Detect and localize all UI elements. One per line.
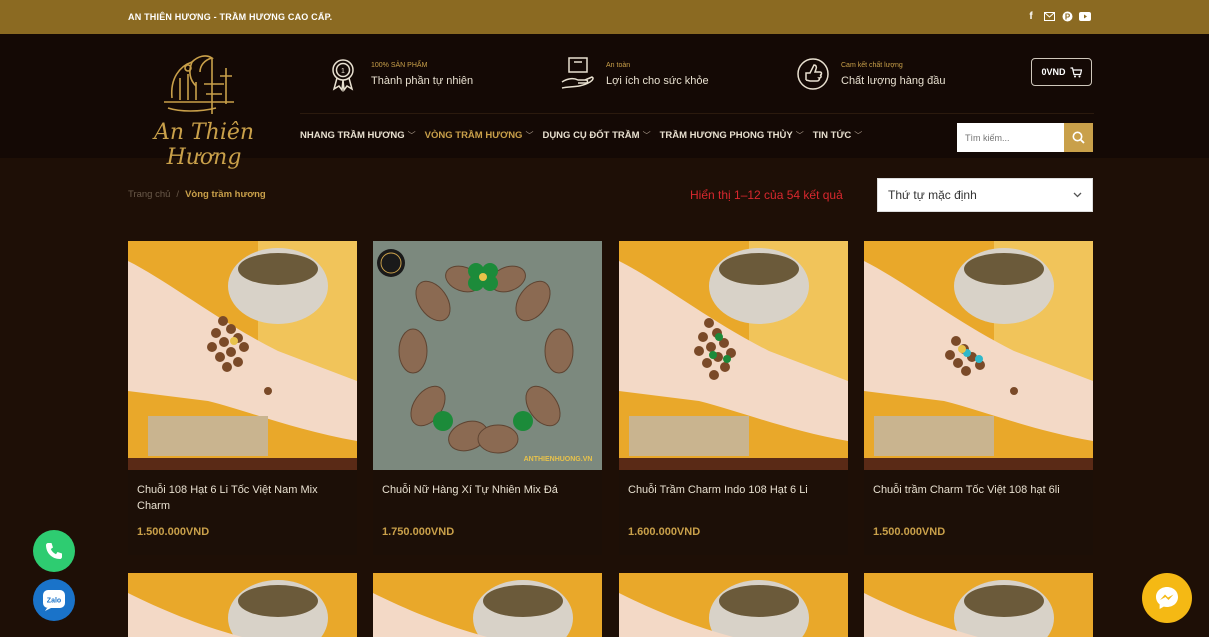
- nav-item-label: NHANG TRẦM HƯƠNG: [300, 130, 405, 141]
- hand-box-icon: [561, 57, 594, 89]
- chevron-down-icon: ﹀: [525, 131, 534, 140]
- svg-text:P: P: [1064, 12, 1070, 21]
- product-image[interactable]: ANTHIENHUONG.VN: [373, 241, 602, 470]
- messenger-button[interactable]: [1142, 573, 1192, 623]
- zalo-icon: Zalo: [43, 590, 65, 611]
- product-card[interactable]: Chuỗi Trầm Charm Indo 108 Hạt 6 Li 1.600…: [619, 241, 848, 555]
- feature-quality-title: Chất lượng hàng đầu: [841, 74, 946, 87]
- logo-emblem-icon: [164, 55, 234, 114]
- product-card[interactable]: Chuỗi 108 Hạt 6 Li Tốc Việt Nam Mix Char…: [128, 241, 357, 555]
- sort-selected-value: Thứ tự mặc định: [888, 188, 977, 202]
- phone-button[interactable]: [33, 530, 75, 572]
- breadcrumb-separator: /: [176, 189, 180, 200]
- nav-item-nhang-tram-huong[interactable]: NHANG TRẦM HƯƠNG ﹀: [300, 130, 416, 141]
- chevron-down-icon: [1073, 192, 1082, 198]
- nav-item-dung-cu-dot-tram[interactable]: DỤNG CỤ ĐỐT TRẦM ﹀: [542, 130, 650, 141]
- product-name[interactable]: Chuỗi Trầm Charm Indo 108 Hạt 6 Li: [628, 482, 840, 498]
- feature-natural: 1 100% SẢN PHẨM Thành phần tự nhiên: [325, 54, 473, 94]
- feature-natural-eyebrow: 100% SẢN PHẨM: [371, 61, 428, 69]
- feature-natural-title: Thành phần tự nhiên: [371, 74, 474, 87]
- product-price: 1.500.000VND: [137, 526, 210, 538]
- top-bar-brand: AN THIÊN HƯƠNG - TRẦM HƯƠNG CAO CẤP.: [128, 12, 333, 22]
- nav-item-label: VÒNG TRẦM HƯƠNG: [424, 130, 523, 141]
- search-icon: [1072, 131, 1085, 144]
- feature-safe-eyebrow: An toàn: [606, 61, 631, 69]
- main-nav: NHANG TRẦM HƯƠNG ﹀ VÒNG TRẦM HƯƠNG ﹀ DỤNG …: [300, 130, 871, 141]
- product-name[interactable]: Chuỗi 108 Hạt 6 Li Tốc Việt Nam Mix Char…: [137, 482, 349, 514]
- chevron-down-icon: ﹀: [407, 131, 416, 140]
- top-bar: AN THIÊN HƯƠNG - TRẦM HƯƠNG CAO CẤP. f P: [0, 0, 1209, 34]
- feature-safe-title: Lợi ích cho sức khỏe: [606, 74, 709, 87]
- logo-text: An Thiên Hương: [153, 120, 255, 170]
- product-card[interactable]: [864, 573, 1093, 637]
- cart-button[interactable]: 0VND: [1031, 58, 1092, 86]
- nav-item-label: TRẦM HƯƠNG PHONG THỦY: [659, 130, 793, 141]
- product-card[interactable]: [373, 573, 602, 637]
- product-card[interactable]: [128, 573, 357, 637]
- product-image[interactable]: [373, 573, 602, 637]
- product-image[interactable]: [619, 573, 848, 637]
- breadcrumb-current: Vòng trầm hương: [185, 189, 266, 200]
- product-price: 1.500.000VND: [873, 526, 946, 538]
- thumbs-up-icon: [797, 58, 829, 90]
- youtube-icon[interactable]: [1079, 10, 1091, 22]
- site-logo[interactable]: An Thiên Hương: [130, 48, 278, 170]
- breadcrumb: Trang chủ / Vòng trầm hương: [128, 189, 266, 200]
- medal-icon: 1: [332, 59, 354, 92]
- product-price: 1.600.000VND: [628, 526, 701, 538]
- product-image[interactable]: [864, 573, 1093, 637]
- product-name[interactable]: Chuỗi trầm Charm Tốc Việt 108 hạt 6li: [873, 482, 1085, 498]
- zalo-button[interactable]: Zalo: [33, 579, 75, 621]
- product-image[interactable]: [619, 241, 848, 470]
- product-image[interactable]: [864, 241, 1093, 470]
- product-image[interactable]: [128, 573, 357, 637]
- product-name[interactable]: Chuỗi Nữ Hàng Xí Tự Nhiên Mix Đá: [382, 482, 594, 498]
- facebook-icon[interactable]: f: [1025, 10, 1037, 22]
- svg-text:ANTHIENHUONG.VN: ANTHIENHUONG.VN: [524, 456, 593, 463]
- search-input[interactable]: [957, 123, 1064, 152]
- nav-item-label: DỤNG CỤ ĐỐT TRẦM: [542, 130, 640, 141]
- product-card[interactable]: ANTHIENHUONG.VN Chuỗi Nữ Hàng Xí Tự Nhiê…: [373, 241, 602, 555]
- product-price: 1.750.000VND: [382, 526, 455, 538]
- breadcrumb-home-link[interactable]: Trang chủ: [128, 189, 170, 200]
- nav-item-tram-huong-phong-thuy[interactable]: TRẦM HƯƠNG PHONG THỦY ﹀: [660, 130, 804, 141]
- pinterest-icon[interactable]: P: [1061, 10, 1073, 22]
- search-button[interactable]: [1064, 123, 1093, 152]
- svg-text:1: 1: [341, 68, 345, 75]
- site-header: An Thiên Hương 1 100% SẢN PHẨM Thành phầ…: [0, 34, 1209, 170]
- product-card[interactable]: Chuỗi trầm Charm Tốc Việt 108 hạt 6li 1.…: [864, 241, 1093, 555]
- phone-icon: [46, 543, 62, 559]
- product-image[interactable]: [128, 241, 357, 470]
- nav-item-tin-tuc[interactable]: TIN TỨC ﹀: [813, 130, 863, 141]
- cart-total: 0VND: [1041, 67, 1066, 77]
- messenger-icon: [1156, 587, 1178, 609]
- feature-quality: Cam kết chất lượng Chất lượng hàng đầu: [795, 54, 945, 94]
- social-links: f P: [1025, 10, 1091, 22]
- feature-safe: An toàn Lợi ích cho sức khỏe: [560, 54, 709, 94]
- mail-icon[interactable]: [1043, 10, 1055, 22]
- sort-select[interactable]: Thứ tự mặc định: [877, 178, 1093, 212]
- nav-item-label: TIN TỨC: [812, 130, 852, 141]
- chevron-down-icon: ﹀: [854, 131, 863, 140]
- cart-icon: [1070, 66, 1082, 77]
- svg-text:Zalo: Zalo: [47, 598, 61, 605]
- result-count: Hiển thị 1–12 của 54 kết quả: [690, 188, 843, 202]
- feature-quality-eyebrow: Cam kết chất lượng: [841, 61, 903, 69]
- nav-item-vong-tram-huong[interactable]: VÒNG TRẦM HƯƠNG ﹀: [425, 130, 534, 141]
- chevron-down-icon: ﹀: [642, 131, 651, 140]
- nav-divider: [300, 113, 1094, 114]
- search-form: [957, 123, 1093, 152]
- chevron-down-icon: ﹀: [795, 131, 804, 140]
- product-card[interactable]: [619, 573, 848, 637]
